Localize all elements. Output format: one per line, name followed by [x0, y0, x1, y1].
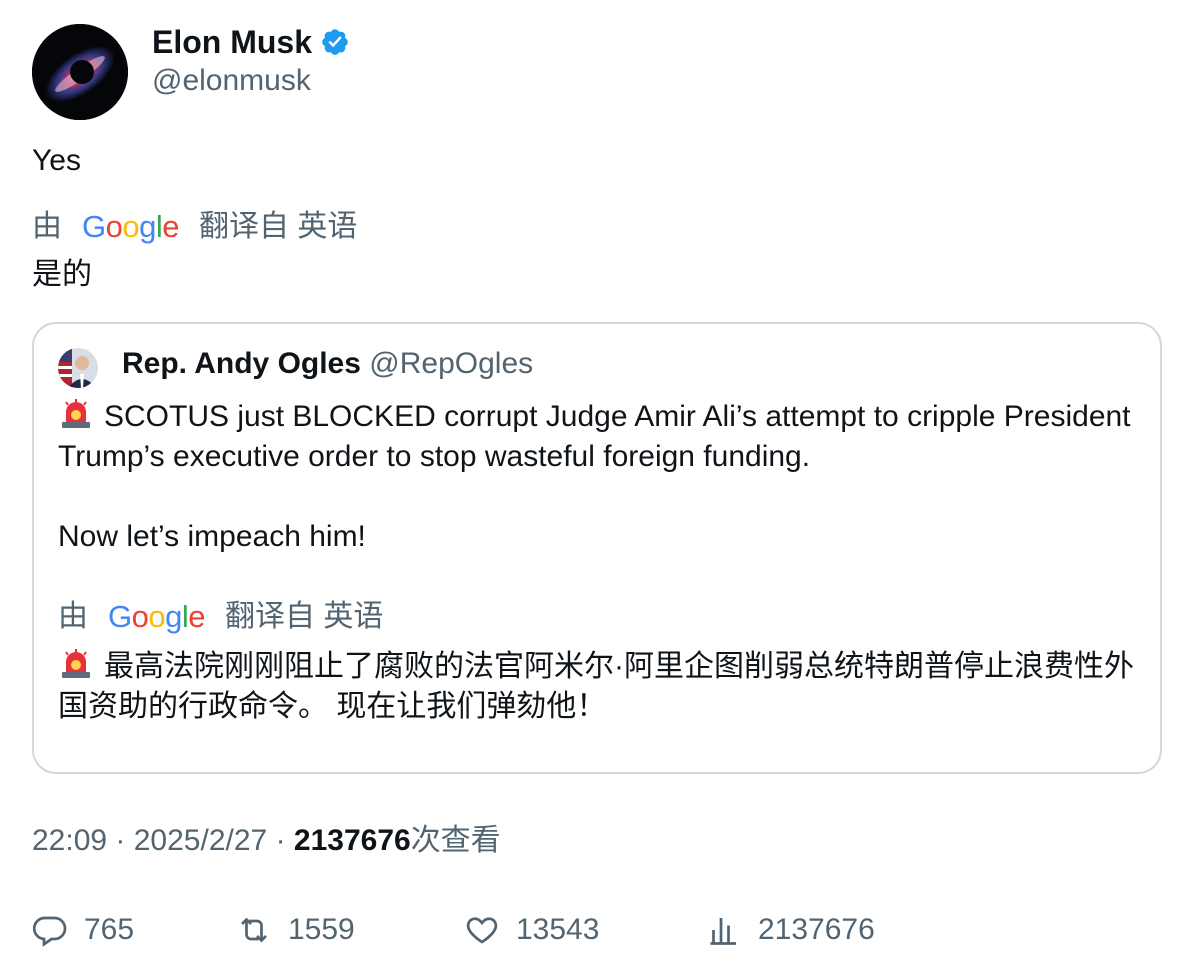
quote-translation-attribution: 由 Google 翻译自 英语	[58, 598, 383, 636]
quote-translation-prefix: 由	[58, 600, 88, 633]
quote-translation-suffix: 翻译自 英语	[225, 600, 384, 633]
views-count: 2137676	[758, 913, 875, 946]
view-count-suffix: 次查看	[410, 824, 501, 857]
translated-text: 是的	[32, 258, 92, 291]
reply-button[interactable]: 765	[32, 908, 134, 952]
author-name-text[interactable]: Elon Musk	[152, 22, 312, 62]
meta-separator: ·	[115, 824, 134, 857]
translation-attribution: 由 Google 翻译自 英语	[32, 208, 357, 246]
quote-author-handle[interactable]: @RepOgles	[369, 347, 533, 380]
quote-text-body: SCOTUS just BLOCKED corrupt Judge Amir A…	[58, 400, 1131, 553]
quote-author-line: Rep. Andy Ogles @RepOgles	[122, 344, 533, 384]
translation-suffix: 翻译自 英语	[199, 210, 358, 243]
google-logo-icon: Google	[82, 209, 180, 244]
quote-siren-icon	[58, 646, 94, 680]
quote-author-name[interactable]: Rep. Andy Ogles	[122, 347, 361, 380]
verified-badge-icon	[322, 29, 348, 55]
like-count: 13543	[516, 913, 600, 946]
quoted-tweet-card[interactable]: Rep. Andy Ogles @RepOgles SCOTUS just BL…	[32, 322, 1162, 774]
quote-text: SCOTUS just BLOCKED corrupt Judge Amir A…	[58, 396, 1138, 557]
siren-icon	[58, 396, 94, 430]
like-button[interactable]: 13543	[464, 908, 599, 952]
heart-icon	[466, 917, 498, 944]
tweet-date[interactable]: 2025/2/27	[134, 824, 267, 857]
tweet-time[interactable]: 22:09	[32, 824, 107, 857]
tweet-meta: 22:09 · 2025/2/27 · 2137676次查看	[32, 822, 501, 860]
reply-count: 765	[84, 913, 135, 946]
quote-google-logo-icon: Google	[108, 599, 206, 634]
meta-separator: ·	[275, 824, 294, 857]
author-name[interactable]: Elon Musk	[152, 22, 350, 62]
author-handle[interactable]: @elonmusk	[152, 62, 311, 100]
repost-button[interactable]: 1559	[236, 908, 355, 952]
repost-count: 1559	[288, 913, 355, 946]
reply-icon	[32, 916, 67, 947]
views-button[interactable]: 2137676	[706, 908, 875, 952]
repost-icon	[241, 917, 267, 943]
tweet-text: Yes	[32, 144, 81, 177]
author-avatar[interactable]	[32, 24, 128, 120]
quote-author-avatar[interactable]	[58, 348, 98, 388]
view-count: 2137676	[293, 824, 411, 857]
analytics-icon	[710, 918, 736, 945]
translation-prefix: 由	[32, 210, 62, 243]
quote-translated-text: 最高法院刚刚阻止了腐败的法官阿米尔·阿里企图削弱总统特朗普停止浪费性外国资助的行…	[58, 646, 1138, 727]
action-bar: 765 1559 13543 2137676	[32, 908, 1162, 952]
quote-translated-body: 最高法院刚刚阻止了腐败的法官阿米尔·阿里企图削弱总统特朗普停止浪费性外国资助的行…	[58, 650, 1134, 723]
